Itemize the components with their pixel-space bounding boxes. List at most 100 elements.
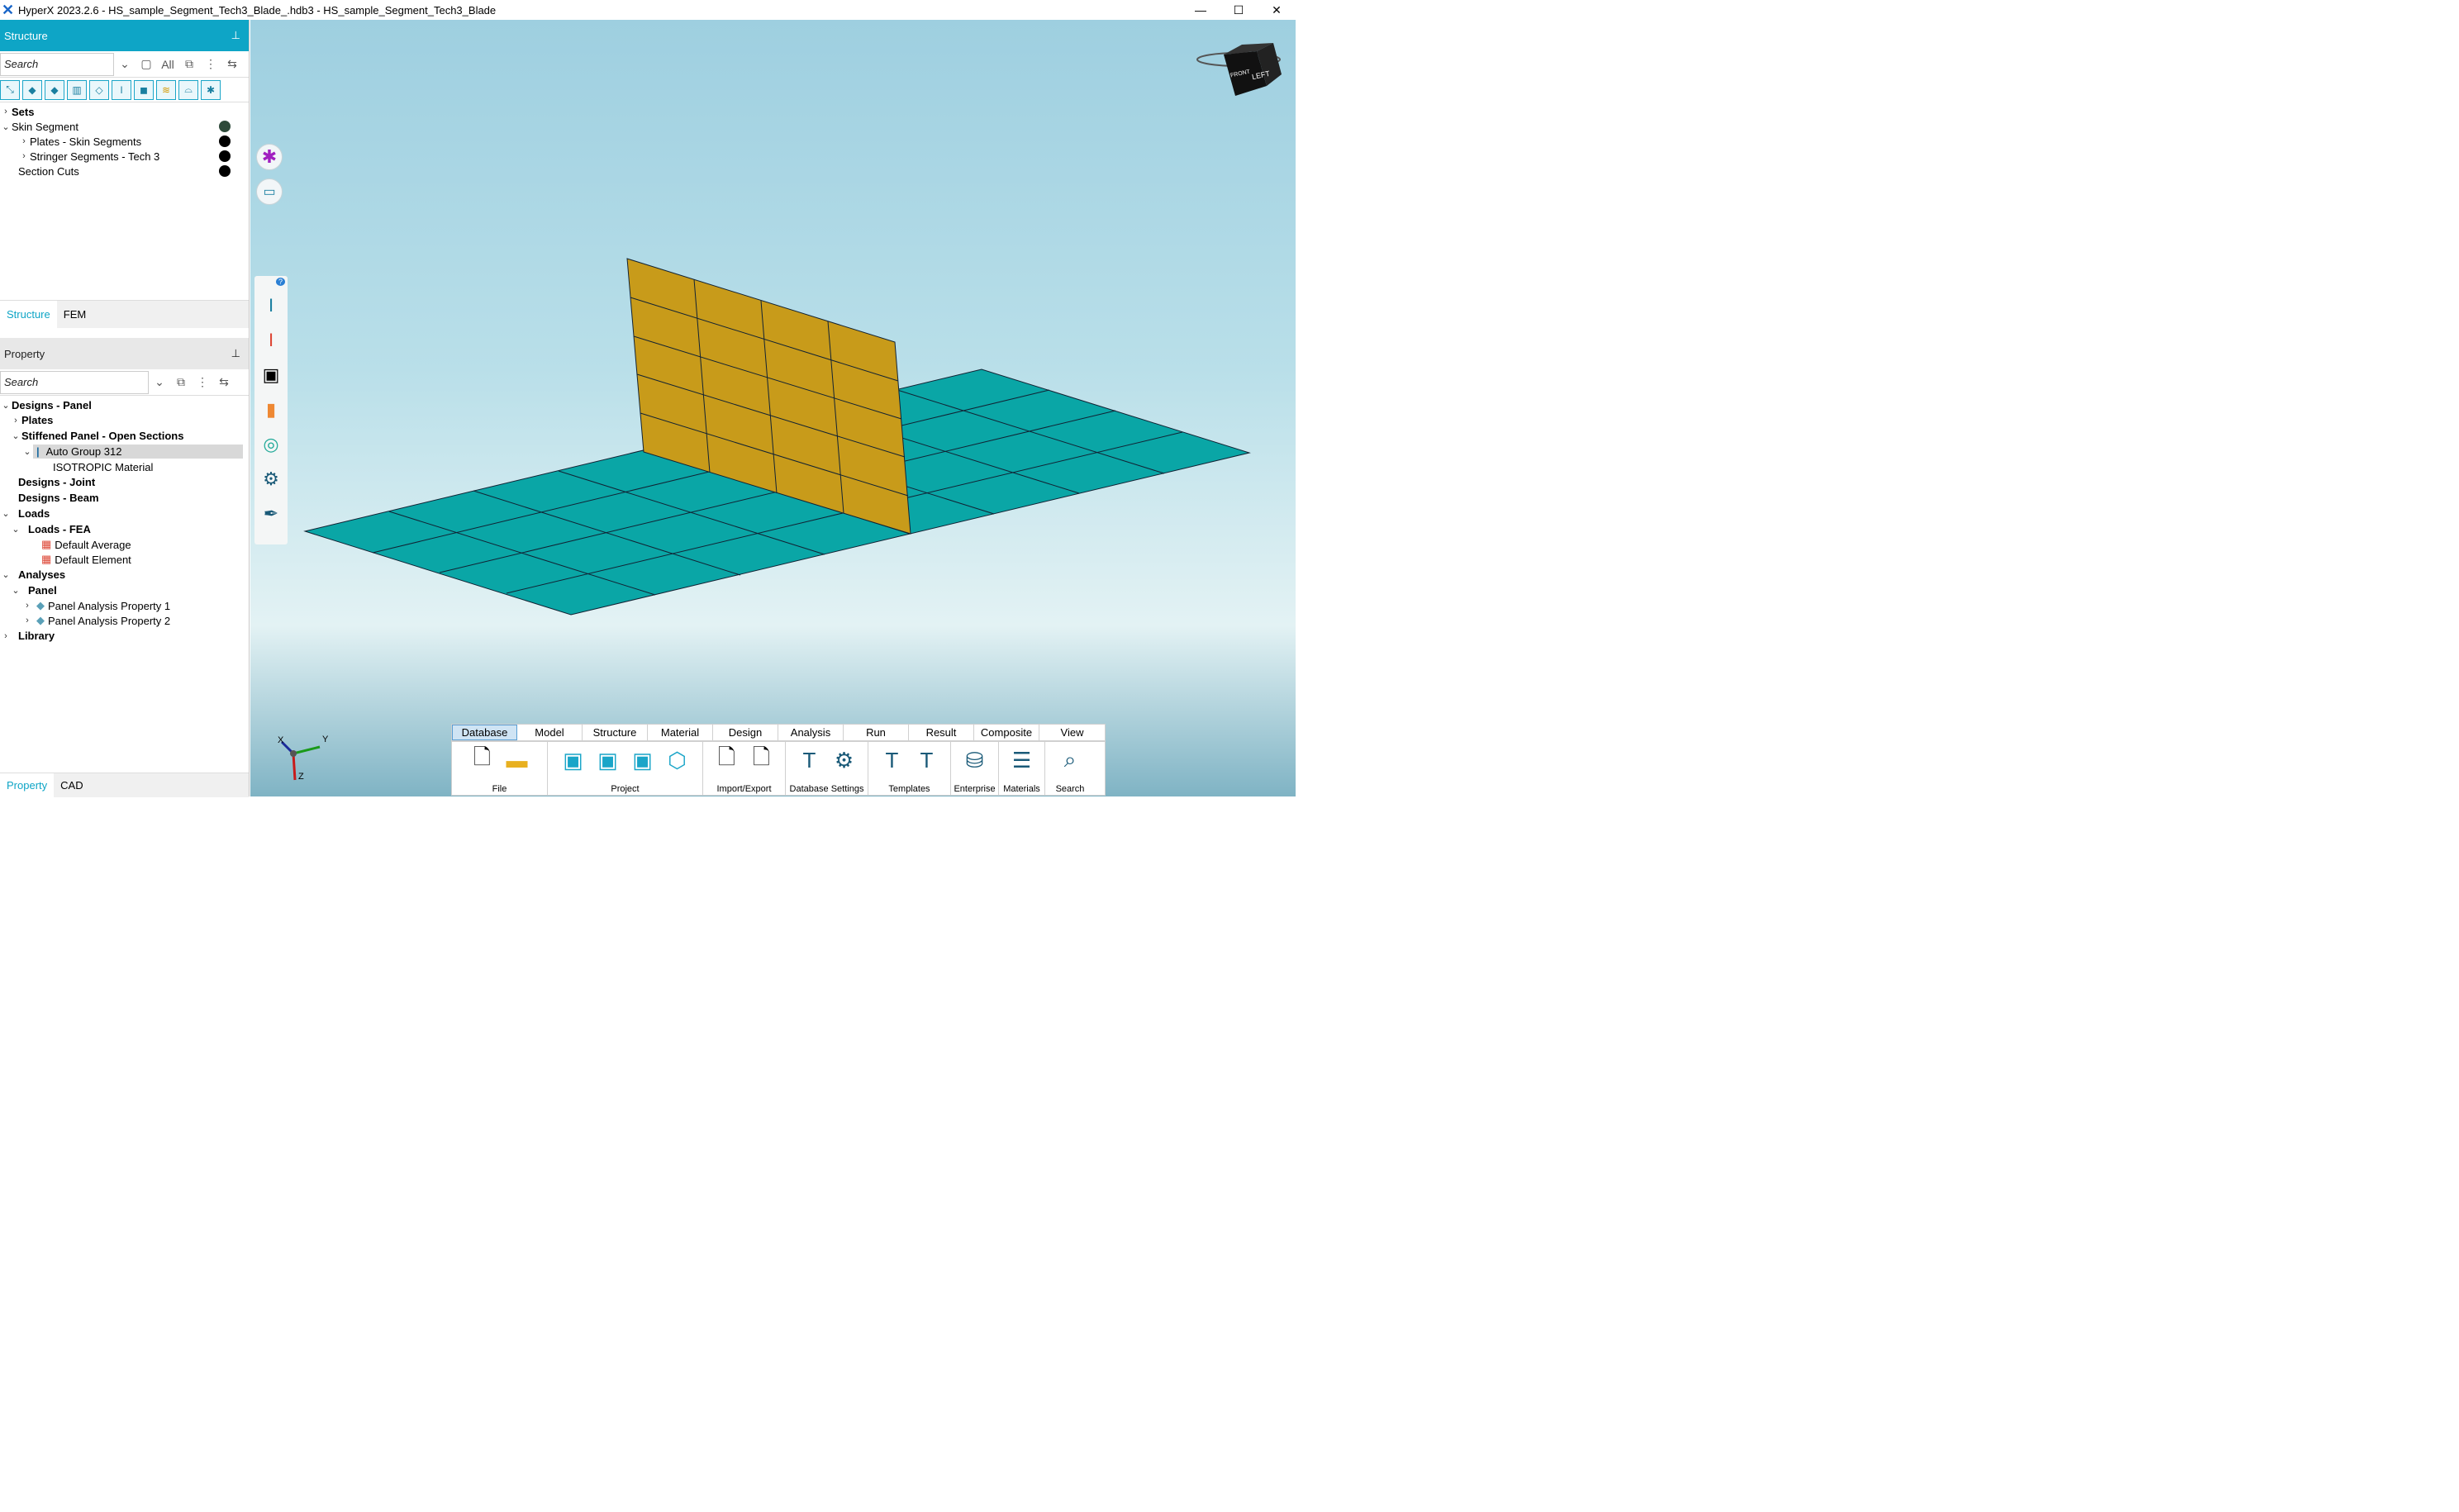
structure-pane-header: Structure ⊥ <box>0 20 249 51</box>
chevron-right-icon[interactable]: › <box>18 136 30 146</box>
filter-all-button[interactable]: All <box>157 58 178 71</box>
add-project-icon[interactable]: ▣ <box>559 745 588 775</box>
chevron-right-icon[interactable]: › <box>0 107 12 116</box>
property-search-input[interactable]: Search <box>0 370 149 394</box>
swap-arrows-icon[interactable]: ⇆ <box>213 375 235 389</box>
chevron-down-icon[interactable]: ⌄ <box>0 569 12 580</box>
tree-node-auto-group[interactable]: ⌄ | Auto Group 312 <box>0 444 249 459</box>
template-icon[interactable]: T <box>878 745 907 775</box>
tree-node-default-average[interactable]: ▦ Default Average <box>0 537 249 552</box>
tab-fem[interactable]: FEM <box>57 301 93 328</box>
tree-node-analyses[interactable]: ⌄ Analyses <box>0 567 249 582</box>
tree-node-designs-joint[interactable]: Designs - Joint <box>0 474 249 490</box>
import-icon[interactable]: 🗋 <box>712 744 742 775</box>
new-file-icon[interactable]: 🗋 <box>468 744 497 775</box>
ribbon-tab-model[interactable]: Model <box>517 725 583 740</box>
chevron-down-icon[interactable]: ⌄ <box>10 524 21 535</box>
collapse-all-icon[interactable]: ⧉ <box>178 57 200 71</box>
package-icon[interactable]: ⬡ <box>663 745 692 775</box>
tab-cad[interactable]: CAD <box>54 773 89 797</box>
chevron-down-icon[interactable]: ⌄ <box>10 585 21 596</box>
open-folder-icon[interactable]: ▬ <box>502 745 532 775</box>
database-stack-icon[interactable]: ⛁ <box>960 745 990 775</box>
tree-node-default-element[interactable]: ▦ Default Element <box>0 552 249 567</box>
swap-arrows-icon[interactable]: ⇆ <box>221 57 243 71</box>
tree-node-loads[interactable]: ⌄ Loads <box>0 506 249 521</box>
collapse-all-icon[interactable]: ⧉ <box>170 375 192 389</box>
plate-icon[interactable]: ◇ <box>89 79 109 100</box>
minimize-button[interactable]: — <box>1182 0 1220 20</box>
tree-node-designs-panel[interactable]: ⌄ Designs - Panel <box>0 397 249 412</box>
export-icon[interactable]: 🗋 <box>747 744 777 775</box>
template-settings-icon[interactable]: T <box>795 745 825 775</box>
ribbon-tab-result[interactable]: Result <box>909 725 974 740</box>
chevron-right-icon[interactable]: › <box>18 151 30 161</box>
panel-segment-icon[interactable]: ◆ <box>45 79 64 100</box>
gear-icon[interactable]: ⚙ <box>830 745 859 775</box>
fuselage-icon[interactable]: ⌓ <box>178 79 198 100</box>
settings-cube-icon[interactable]: ✱ <box>201 79 221 100</box>
tree-node-loads-fea[interactable]: ⌄ Loads - FEA <box>0 521 249 537</box>
tree-node-panel-analysis-1[interactable]: › ◆ Panel Analysis Property 1 <box>0 598 249 613</box>
tree-node-section-cuts[interactable]: Section Cuts <box>0 164 249 178</box>
tree-node-stiffened-panel[interactable]: ⌄ Stiffened Panel - Open Sections <box>0 428 249 444</box>
beam-icon[interactable]: I <box>112 79 131 100</box>
search-icon[interactable]: ⌕ <box>1055 745 1085 775</box>
solid-cube-icon[interactable]: ◼ <box>134 79 154 100</box>
tree-node-isotropic-material[interactable]: ISOTROPIC Material <box>0 459 249 474</box>
status-dot[interactable] <box>219 150 231 162</box>
tree-node-designs-beam[interactable]: Designs - Beam <box>0 490 249 506</box>
chevron-down-icon[interactable]: ⌄ <box>0 400 12 411</box>
pin-icon[interactable]: ⊥ <box>231 347 240 360</box>
chevron-down-icon[interactable]: ⌄ <box>21 446 33 457</box>
ribbon-tab-design[interactable]: Design <box>713 725 778 740</box>
hierarchy-icon[interactable]: ⋮ <box>192 375 213 389</box>
chevron-down-icon[interactable]: ⌄ <box>0 508 12 519</box>
ribbon-tab-database[interactable]: Database <box>452 725 517 740</box>
tree-node-plates[interactable]: › Plates - Skin Segments <box>0 134 249 149</box>
ribbon-group-templates: T T Templates <box>868 742 951 795</box>
joint-icon[interactable]: ▥ <box>67 79 87 100</box>
cube-filter-icon[interactable]: ▢ <box>136 57 157 71</box>
panel-cube-icon[interactable]: ◆ <box>22 79 42 100</box>
ribbon-tab-composite[interactable]: Composite <box>974 725 1039 740</box>
3d-viewport[interactable]: ✱ ▭ ? I I ▣ ▮ ◎ ⚙ ✒ FRONT LEFT X Y Z <box>250 20 1296 796</box>
status-dot[interactable] <box>219 121 231 132</box>
tree-node-plates[interactable]: › Plates <box>0 412 249 428</box>
tree-node-sets[interactable]: › Sets <box>0 104 249 119</box>
ribbon-group-search: ⌕ Search <box>1055 745 1085 794</box>
template-list-icon[interactable]: T <box>912 745 942 775</box>
status-dot[interactable] <box>219 136 231 147</box>
chevron-right-icon[interactable]: › <box>10 416 21 426</box>
ribbon-tab-analysis[interactable]: Analysis <box>778 725 844 740</box>
tree-node-stringer-segments[interactable]: › Stringer Segments - Tech 3 <box>0 149 249 164</box>
project-import-icon[interactable]: ▣ <box>628 745 658 775</box>
chevron-down-icon[interactable]: ⌄ <box>10 430 21 441</box>
project-window-icon[interactable]: ▣ <box>593 745 623 775</box>
tree-node-panel[interactable]: ⌄ Panel <box>0 582 249 598</box>
ribbon-tab-run[interactable]: Run <box>844 725 909 740</box>
maximize-button[interactable]: ☐ <box>1220 0 1258 20</box>
ribbon-tab-material[interactable]: Material <box>648 725 713 740</box>
assembly-icon[interactable]: ⤡ <box>0 79 20 100</box>
tab-property[interactable]: Property <box>0 773 55 797</box>
chevron-right-icon[interactable]: › <box>21 601 33 611</box>
tree-node-library[interactable]: › Library <box>0 628 249 644</box>
status-dot[interactable] <box>219 165 231 177</box>
ribbon-tab-structure[interactable]: Structure <box>583 725 648 740</box>
structure-search-input[interactable]: Search <box>0 52 114 76</box>
tree-node-panel-analysis-2[interactable]: › ◆ Panel Analysis Property 2 <box>0 613 249 628</box>
hierarchy-icon[interactable]: ⋮ <box>200 57 221 71</box>
layers-icon[interactable]: ≋ <box>156 79 176 100</box>
close-button[interactable]: ✕ <box>1258 0 1296 20</box>
ribbon-tab-view[interactable]: View <box>1039 725 1105 740</box>
materials-layers-icon[interactable]: ☰ <box>1007 745 1037 775</box>
chevron-right-icon[interactable]: › <box>21 616 33 625</box>
chevron-down-icon[interactable]: ⌄ <box>114 57 136 71</box>
chevron-down-icon[interactable]: ⌄ <box>149 375 170 389</box>
tree-node-skin-segment[interactable]: ⌄ Skin Segment <box>0 119 249 134</box>
chevron-down-icon[interactable]: ⌄ <box>0 121 12 132</box>
tab-structure[interactable]: Structure <box>0 301 57 328</box>
chevron-right-icon[interactable]: › <box>0 631 12 641</box>
pin-icon[interactable]: ⊥ <box>231 29 240 42</box>
